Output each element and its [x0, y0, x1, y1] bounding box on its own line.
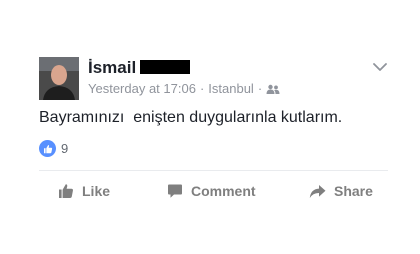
comment-button[interactable]: Comment	[167, 183, 256, 199]
share-button[interactable]: Share	[309, 183, 373, 199]
share-arrow-icon	[309, 184, 326, 198]
location[interactable]: Istanbul	[208, 81, 254, 96]
chevron-down-icon[interactable]	[372, 62, 388, 72]
like-label: Like	[82, 183, 111, 199]
divider	[39, 170, 388, 171]
timestamp[interactable]: Yesterday at 17:06	[88, 81, 196, 96]
share-label: Share	[334, 183, 373, 199]
profile-photo	[39, 57, 79, 100]
post-meta: Yesterday at 17:06 · Istanbul ·	[88, 81, 280, 96]
thumbs-up-icon	[59, 184, 73, 198]
author-name-text[interactable]: İsmail	[88, 58, 136, 77]
like-button[interactable]: Like	[58, 183, 110, 199]
comment-icon	[168, 184, 182, 198]
meta-separator: ·	[199, 81, 205, 96]
author-name[interactable]: İsmail	[88, 58, 191, 78]
post-text: Bayramınızı enişten duygularınla kutları…	[39, 109, 343, 126]
comment-label: Comment	[191, 183, 256, 199]
meta-separator: ·	[257, 81, 263, 96]
like-reaction-icon	[39, 140, 56, 157]
reaction-count[interactable]: 9	[61, 141, 68, 156]
avatar[interactable]	[39, 57, 79, 100]
friends-icon[interactable]	[266, 84, 280, 94]
thumbs-up-icon	[43, 144, 52, 153]
redaction-bar	[140, 60, 191, 74]
reactions-summary[interactable]: 9	[39, 140, 68, 157]
